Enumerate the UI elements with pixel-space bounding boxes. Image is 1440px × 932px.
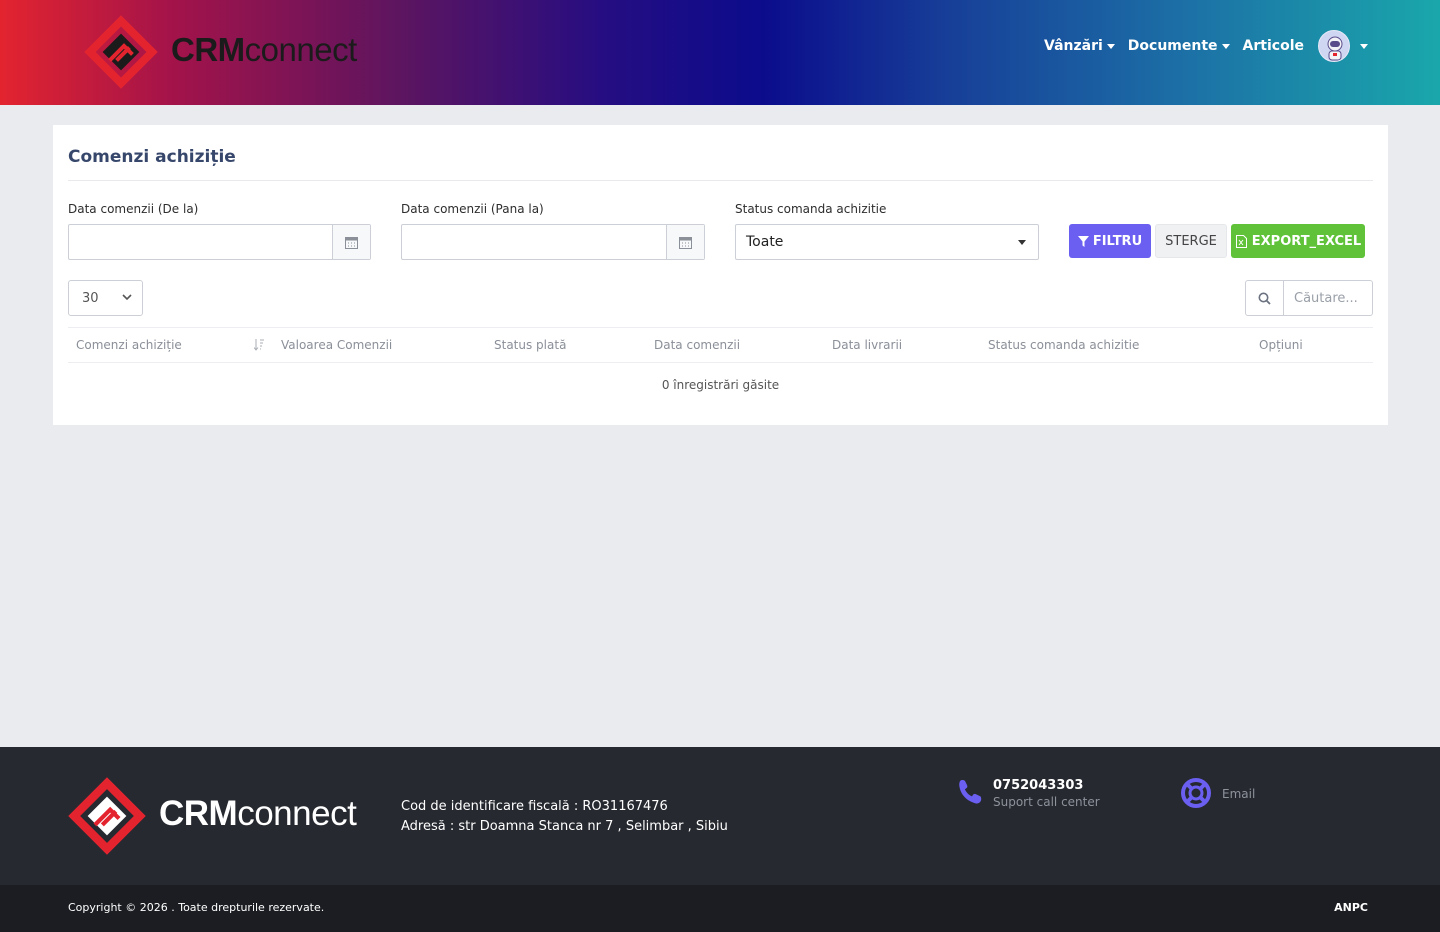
bottom-bar: Copyright © 2026 . Toate drepturile reze… [0, 885, 1440, 932]
company-address: Adresă : str Doamna Stanca nr 7 , Selimb… [401, 819, 728, 834]
user-menu-chevron-icon[interactable] [1360, 43, 1368, 49]
col-payment-status[interactable]: Status plată [494, 338, 566, 352]
logo-mark-icon [84, 15, 158, 89]
col-order-date[interactable]: Data comenzii [654, 338, 740, 352]
date-from-field[interactable] [68, 224, 371, 260]
chevron-down-icon [1106, 43, 1115, 49]
anpc-link[interactable]: ANPC [1334, 901, 1368, 914]
calendar-icon[interactable] [332, 225, 370, 259]
logo-mark-icon [68, 777, 146, 855]
status-select[interactable]: Toate [735, 224, 1039, 260]
email-label[interactable]: Email [1222, 787, 1255, 801]
nav-item-documente[interactable]: Documente [1128, 38, 1230, 54]
search-input[interactable] [1286, 281, 1370, 315]
page-size-select[interactable]: 30 [68, 280, 143, 316]
search-icon[interactable] [1246, 281, 1284, 315]
chevron-down-icon [1018, 240, 1026, 245]
export-excel-button[interactable]: EXPORT_EXCEL [1231, 224, 1365, 258]
col-delivery-date[interactable]: Data livrarii [832, 338, 902, 352]
email-contact[interactable]: Email [1180, 777, 1255, 809]
chevron-down-icon [122, 294, 132, 301]
calendar-icon[interactable] [666, 225, 704, 259]
date-from-label: Data comenzii (De la) [68, 202, 199, 216]
phone-icon [959, 780, 982, 804]
nav-item-articole[interactable]: Articole [1243, 38, 1304, 54]
fiscal-code: Cod de identificare fiscală : RO31167476 [401, 799, 668, 814]
status-select-value: Toate [746, 234, 784, 250]
brand-name: CRMconnect [171, 31, 357, 68]
astronaut-icon [1327, 36, 1343, 61]
lifebuoy-icon [1181, 778, 1211, 808]
company-info: Cod de identificare fiscală : RO31167476… [401, 797, 728, 837]
site-footer: CRMconnect Cod de identificare fiscală :… [0, 747, 1440, 885]
nav-item-vanzari[interactable]: Vânzări [1044, 38, 1115, 54]
main-nav: Vânzări Documente Articole [1031, 30, 1368, 62]
excel-file-icon [1235, 234, 1247, 248]
clear-button[interactable]: STERGE [1155, 224, 1227, 258]
copyright-text: Copyright © 2026 . Toate drepturile reze… [68, 901, 325, 914]
user-avatar[interactable] [1318, 30, 1350, 62]
col-order-value[interactable]: Valoarea Comenzii [281, 338, 392, 352]
chevron-down-icon [1221, 43, 1230, 49]
filter-button[interactable]: FILTRU [1069, 224, 1151, 258]
empty-table-message: 0 înregistrări găsite [661, 378, 780, 392]
col-order-status[interactable]: Status comanda achizitie [988, 338, 1139, 352]
footer-logo[interactable]: CRMconnect [68, 777, 357, 855]
divider [68, 180, 1373, 181]
col-orders[interactable]: Comenzi achiziție [76, 338, 182, 352]
phone-caption: Suport call center [993, 795, 1100, 809]
page-title: Comenzi achiziție [68, 147, 236, 167]
phone-contact[interactable]: 0752043303 Suport call center [956, 778, 1100, 809]
sort-icon[interactable] [254, 338, 266, 351]
table-header: Comenzi achiziție Valoarea Comenzii Stat… [68, 327, 1373, 363]
orders-card: Comenzi achiziție Data comenzii (De la) … [53, 125, 1388, 425]
filter-icon [1077, 235, 1089, 247]
date-to-label: Data comenzii (Pana la) [401, 202, 544, 216]
brand-logo[interactable]: CRMconnect [84, 15, 357, 89]
col-options: Opțiuni [1259, 338, 1303, 352]
top-navbar: CRMconnect Vânzări Documente Articole [0, 0, 1440, 105]
phone-number[interactable]: 0752043303 [993, 778, 1100, 793]
search-box [1245, 280, 1373, 316]
status-label: Status comanda achizitie [735, 202, 887, 216]
date-to-field[interactable] [401, 224, 705, 260]
footer-brand-name: CRMconnect [159, 794, 357, 833]
